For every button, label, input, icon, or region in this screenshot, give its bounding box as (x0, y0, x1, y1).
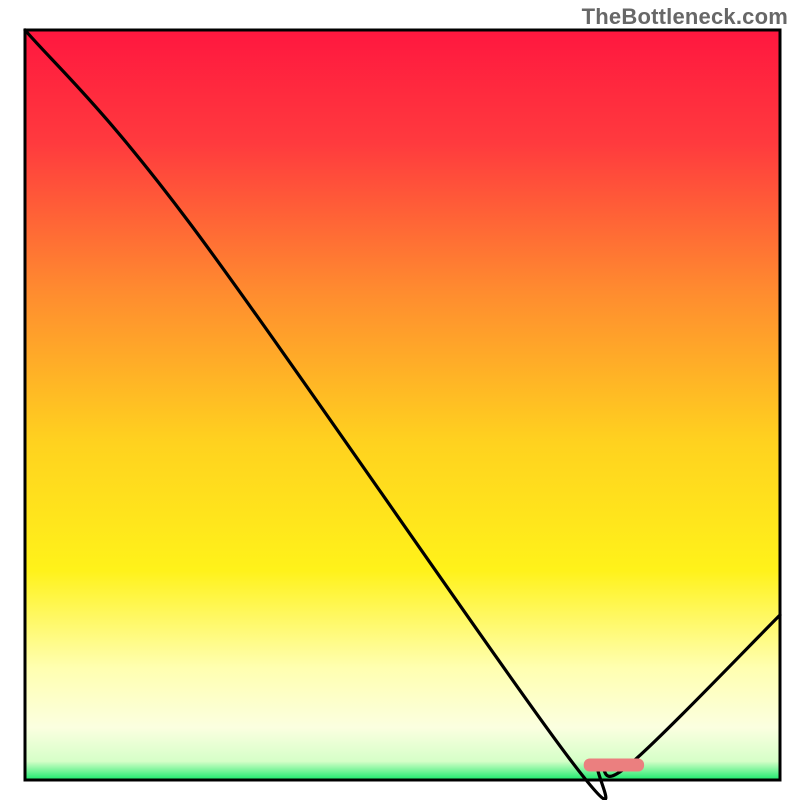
chart-container: TheBottleneck.com (0, 0, 800, 800)
plot-background (25, 30, 780, 780)
chart-svg (0, 0, 800, 800)
highlight-marker (584, 759, 644, 772)
watermark-text: TheBottleneck.com (582, 4, 788, 30)
